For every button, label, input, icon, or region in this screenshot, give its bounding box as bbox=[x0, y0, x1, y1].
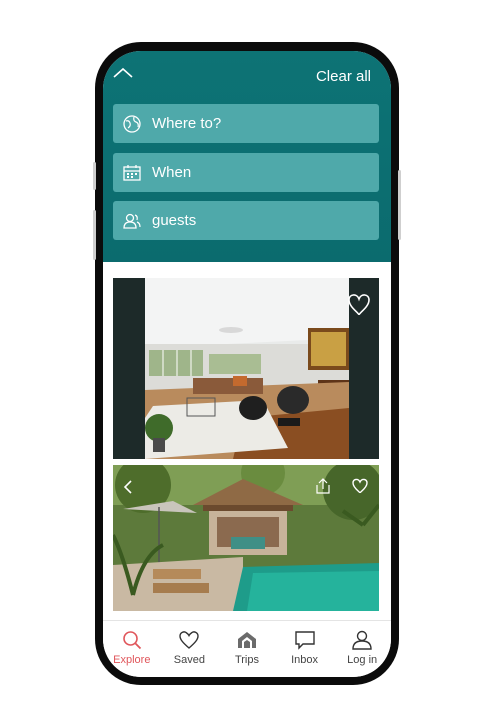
where-to-field[interactable]: Where to? bbox=[113, 104, 379, 143]
tab-label: Inbox bbox=[291, 654, 319, 666]
listing-photo bbox=[113, 465, 379, 611]
where-to-label: Where to? bbox=[152, 115, 222, 132]
trips-icon bbox=[237, 632, 256, 648]
tab-log-in[interactable]: Log in bbox=[333, 621, 391, 677]
tab-label: Saved bbox=[173, 654, 205, 666]
tab-saved[interactable]: Saved bbox=[161, 621, 219, 677]
listing-card[interactable] bbox=[113, 278, 379, 459]
volume-button bbox=[93, 210, 96, 260]
tab-trips[interactable]: Trips bbox=[218, 621, 276, 677]
tab-inbox[interactable]: Inbox bbox=[276, 621, 334, 677]
search-panel: Clear all Where to? When guests bbox=[103, 51, 391, 262]
volume-button bbox=[93, 162, 96, 190]
guests-icon bbox=[122, 211, 142, 231]
collapse-chevron-up-icon[interactable] bbox=[112, 65, 134, 81]
listing-photo bbox=[113, 278, 379, 459]
clear-all-button[interactable]: Clear all bbox=[316, 68, 371, 85]
heart-icon bbox=[179, 631, 200, 649]
app-screen: Clear all Where to? When guests Explore … bbox=[103, 51, 391, 677]
user-icon bbox=[352, 630, 372, 650]
power-button bbox=[398, 170, 401, 240]
search-icon bbox=[122, 631, 141, 650]
chat-bubble-icon bbox=[294, 631, 315, 650]
calendar-icon bbox=[122, 163, 142, 183]
guests-field[interactable]: guests bbox=[113, 201, 379, 240]
tab-label: Log in bbox=[347, 654, 378, 666]
bottom-tab-bar: Explore Saved Trips Inbox Log in bbox=[103, 620, 391, 677]
globe-icon bbox=[122, 114, 142, 134]
when-label: When bbox=[152, 164, 192, 181]
tab-label: Trips bbox=[234, 654, 259, 666]
guests-label: guests bbox=[152, 212, 197, 229]
tab-label: Explore bbox=[113, 654, 151, 666]
tab-explore[interactable]: Explore bbox=[103, 621, 161, 677]
when-field[interactable]: When bbox=[113, 153, 379, 192]
listing-card[interactable] bbox=[113, 465, 379, 611]
